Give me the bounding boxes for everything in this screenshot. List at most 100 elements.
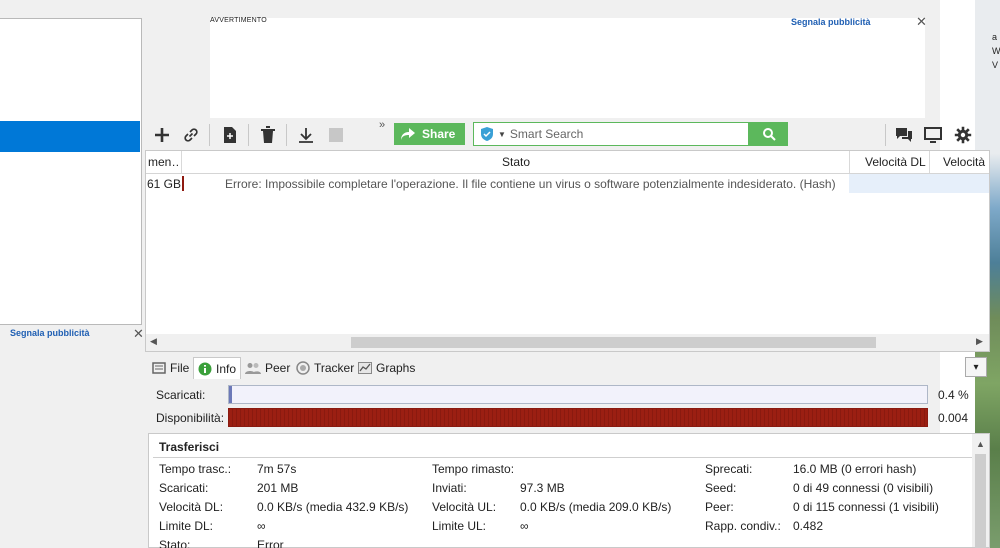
scroll-up-arrow-icon[interactable]: ▲ bbox=[976, 439, 985, 449]
horizontal-scrollbar[interactable]: ◀ ▶ bbox=[146, 334, 989, 351]
info-label: Seed: bbox=[705, 481, 737, 495]
ad-banner bbox=[210, 18, 925, 118]
info-value: 0.0 KB/s (media 432.9 KB/s) bbox=[257, 500, 409, 514]
info-label: Tempo rimasto: bbox=[432, 462, 515, 476]
search-button[interactable] bbox=[749, 122, 788, 146]
add-torrent-icon[interactable] bbox=[149, 123, 175, 147]
info-label: Peer: bbox=[705, 500, 734, 514]
file-icon bbox=[152, 362, 166, 374]
tracker-icon bbox=[296, 361, 310, 375]
info-label: Limite DL: bbox=[159, 519, 214, 533]
info-label: Limite UL: bbox=[432, 519, 487, 533]
info-label: Tempo trasc.: bbox=[159, 462, 232, 476]
info-value: 0 di 115 connessi (1 visibili) bbox=[793, 500, 939, 514]
graph-icon bbox=[358, 362, 372, 374]
availability-label: Disponibilità: bbox=[156, 411, 225, 425]
report-ad-link[interactable]: Segnala pubblicità bbox=[791, 17, 871, 27]
create-torrent-icon[interactable] bbox=[217, 123, 243, 147]
share-label: Share bbox=[422, 127, 456, 141]
scroll-left-arrow-icon[interactable]: ◀ bbox=[150, 336, 157, 347]
smart-search-box[interactable]: ▼ bbox=[473, 122, 749, 146]
downloaded-progress-fill bbox=[229, 386, 232, 403]
peers-icon bbox=[245, 363, 261, 374]
info-icon bbox=[198, 362, 212, 375]
collapse-panel-icon[interactable]: ▾ bbox=[965, 357, 987, 377]
info-value: 0 di 49 connessi (0 visibili) bbox=[793, 481, 934, 495]
torrent-row[interactable]: 61 GB Errore: Impossibile completare l'o… bbox=[146, 174, 989, 193]
category-sidebar bbox=[0, 18, 142, 325]
search-input[interactable] bbox=[509, 127, 730, 141]
info-label: Stato: bbox=[159, 538, 191, 548]
availability-value: 0.004 bbox=[938, 411, 969, 425]
torrent-list[interactable]: men… Stato Velocità DL Velocità U 61 GB … bbox=[145, 150, 990, 352]
ad-label: AVVERTIMENTO bbox=[210, 17, 267, 24]
info-label: Velocità UL: bbox=[432, 500, 497, 514]
downloaded-progress-bar bbox=[228, 385, 928, 404]
torrent-status: Errore: Impossibile completare l'operazi… bbox=[225, 177, 836, 191]
scrollbar-thumb[interactable] bbox=[351, 337, 876, 348]
detail-tabs: File Info Peer Tracker Graphs ▾ bbox=[145, 355, 990, 380]
row-highlight bbox=[849, 174, 989, 193]
settings-gear-icon[interactable] bbox=[950, 123, 976, 147]
download-icon[interactable] bbox=[293, 123, 319, 147]
add-link-icon[interactable] bbox=[178, 123, 204, 147]
info-value: 7m 57s bbox=[257, 462, 297, 476]
column-header-size[interactable]: men… bbox=[148, 155, 180, 169]
chat-icon[interactable] bbox=[891, 123, 917, 147]
vertical-scrollbar[interactable]: ▲ bbox=[972, 434, 989, 548]
tab-info[interactable]: Info bbox=[193, 357, 242, 379]
availability-row: Disponibilità: 0.004 bbox=[145, 407, 990, 429]
info-label: Rapp. condiv.: bbox=[705, 519, 781, 533]
sidebar-report-ad-link[interactable]: Segnala pubblicità bbox=[10, 328, 90, 338]
info-value: 16.0 MB (0 errori hash) bbox=[793, 462, 917, 476]
share-button[interactable]: Share bbox=[394, 123, 465, 145]
main-toolbar: » Share ▼ bbox=[145, 119, 990, 149]
downloaded-progress-row: Scaricati: 0.4 % bbox=[145, 384, 990, 406]
status-error-mark bbox=[182, 176, 184, 191]
shield-icon bbox=[481, 127, 493, 141]
desktop-fragment: W bbox=[992, 46, 1000, 56]
desktop-fragment: a bbox=[992, 32, 998, 42]
downloaded-percent: 0.4 % bbox=[938, 388, 969, 402]
remote-device-icon[interactable] bbox=[920, 123, 946, 147]
info-label: Scaricati: bbox=[159, 481, 209, 495]
tab-peer[interactable]: Peer bbox=[241, 357, 294, 379]
tab-label: Info bbox=[216, 361, 237, 376]
torrent-size: 61 GB bbox=[147, 177, 182, 191]
tab-graphs[interactable]: Graphs bbox=[354, 357, 419, 379]
availability-bar bbox=[228, 408, 928, 427]
scroll-right-arrow-icon[interactable]: ▶ bbox=[976, 336, 983, 347]
more-chevron-icon[interactable]: » bbox=[379, 119, 385, 131]
info-value: 0.482 bbox=[793, 519, 824, 533]
search-icon bbox=[762, 128, 776, 141]
downloaded-label: Scaricati: bbox=[156, 388, 206, 402]
delete-icon[interactable] bbox=[255, 123, 281, 147]
info-label: Velocità DL: bbox=[159, 500, 224, 514]
vertical-scrollbar-thumb[interactable] bbox=[975, 454, 986, 548]
desktop-text-fragments: a W V bbox=[992, 30, 1000, 72]
share-arrow-icon bbox=[401, 128, 415, 140]
info-value: ∞ bbox=[520, 519, 529, 533]
info-value: 97.3 MB bbox=[520, 481, 565, 495]
desktop-fragment: V bbox=[992, 60, 999, 70]
tab-label: File bbox=[170, 361, 190, 375]
sidebar-ad-close-icon[interactable]: ✕ bbox=[133, 326, 144, 342]
info-value: 201 MB bbox=[257, 481, 299, 495]
sidebar-selected-item[interactable] bbox=[0, 121, 140, 152]
tab-tracker[interactable]: Tracker bbox=[292, 357, 358, 379]
tab-label: Tracker bbox=[314, 361, 355, 375]
ad-close-icon[interactable]: ✕ bbox=[916, 14, 927, 30]
column-header-ul-speed[interactable]: Velocità U bbox=[943, 155, 989, 169]
transfers-panel: Trasferisci Tempo trasc.: 7m 57s Scarica… bbox=[148, 433, 990, 548]
info-value: ∞ bbox=[257, 519, 266, 533]
tab-file[interactable]: File bbox=[148, 357, 193, 379]
stop-icon[interactable] bbox=[323, 123, 349, 147]
search-provider-dropdown-icon[interactable]: ▼ bbox=[498, 130, 506, 139]
info-value: 0.0 KB/s (media 209.0 KB/s) bbox=[520, 500, 672, 514]
transfers-title: Trasferisci bbox=[159, 440, 220, 454]
column-header-status[interactable]: Stato bbox=[502, 155, 530, 169]
list-header: men… Stato Velocità DL Velocità U bbox=[146, 151, 989, 174]
column-header-dl-speed[interactable]: Velocità DL bbox=[865, 155, 926, 169]
sidebar-ad-bar: Segnala pubblicità ✕ bbox=[0, 326, 145, 344]
tab-label: Peer bbox=[265, 361, 291, 375]
